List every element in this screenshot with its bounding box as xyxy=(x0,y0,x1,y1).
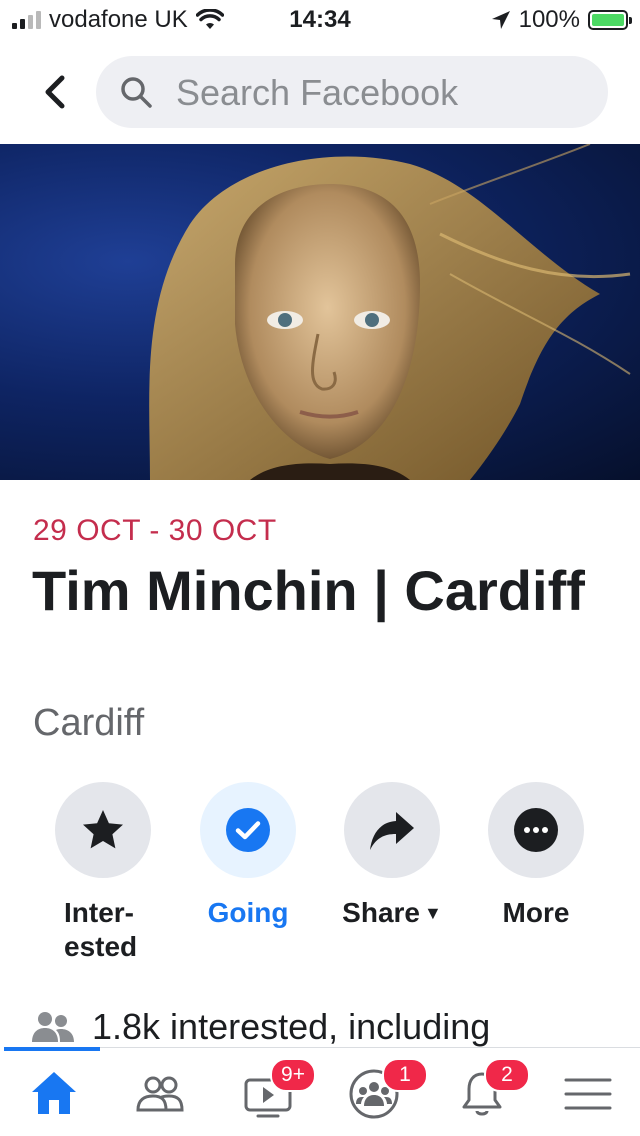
cover-portrait xyxy=(149,144,631,480)
nav-notifications[interactable]: 2 xyxy=(448,1058,530,1126)
location-arrow-icon xyxy=(491,11,510,29)
event-date: 29 OCT - 30 OCT xyxy=(33,514,277,547)
more-circle xyxy=(488,782,584,878)
home-icon xyxy=(32,1072,76,1114)
interested-button[interactable]: Inter- ested xyxy=(38,782,168,964)
battery-icon xyxy=(588,10,632,30)
caret-down-icon: ▼ xyxy=(424,903,442,923)
notifications-badge: 2 xyxy=(484,1058,530,1092)
groups-badge: 1 xyxy=(382,1058,428,1092)
event-title: Tim Minchin | Cardiff xyxy=(32,559,585,622)
battery-percent: 100% xyxy=(518,6,580,33)
going-button[interactable]: Going xyxy=(183,782,313,930)
more-label: More xyxy=(502,897,570,928)
bottom-navigation: 9+ 1 2 xyxy=(0,1052,640,1136)
people-icon xyxy=(32,1012,74,1042)
event-location[interactable]: Cardiff xyxy=(33,702,144,745)
check-circle-icon xyxy=(226,808,270,852)
interest-summary-row[interactable]: 1.8k interested, including xyxy=(30,1006,490,1048)
going-label: Going xyxy=(207,897,289,928)
star-icon xyxy=(83,810,123,849)
friends-icon xyxy=(136,1076,184,1112)
going-circle xyxy=(200,782,296,878)
nav-home[interactable] xyxy=(20,1062,88,1126)
event-cover-photo[interactable] xyxy=(0,144,640,480)
search-row xyxy=(0,56,640,128)
event-actions: Inter- ested Going Share ▼ More xyxy=(0,782,640,982)
nav-groups[interactable]: 1 xyxy=(340,1058,428,1126)
share-label: Share ▼ xyxy=(327,896,457,930)
menu-icon xyxy=(564,1078,612,1110)
nav-watch[interactable]: 9+ xyxy=(234,1058,316,1126)
interested-label: Inter- ested xyxy=(64,897,138,962)
watch-badge: 9+ xyxy=(270,1058,316,1092)
share-button[interactable]: Share ▼ xyxy=(327,782,457,930)
active-tab-indicator xyxy=(4,1047,100,1051)
search-input[interactable] xyxy=(174,64,588,122)
search-icon xyxy=(121,77,152,108)
search-bar[interactable] xyxy=(96,56,608,128)
status-right: 100% xyxy=(491,6,632,34)
interest-summary-text: 1.8k interested, including xyxy=(92,1006,491,1047)
share-label-text: Share xyxy=(342,897,420,928)
share-arrow-icon xyxy=(370,812,414,850)
back-arrow-icon xyxy=(45,75,65,109)
share-circle xyxy=(344,782,440,878)
interested-circle xyxy=(55,782,151,878)
back-button[interactable] xyxy=(36,68,76,116)
nav-friends[interactable] xyxy=(126,1062,194,1126)
nav-menu[interactable] xyxy=(554,1062,622,1126)
more-button[interactable]: More xyxy=(471,782,601,930)
more-dots-icon xyxy=(514,808,558,852)
status-bar: vodafone UK 14:34 100% xyxy=(0,0,640,40)
nav-divider xyxy=(100,1047,640,1048)
